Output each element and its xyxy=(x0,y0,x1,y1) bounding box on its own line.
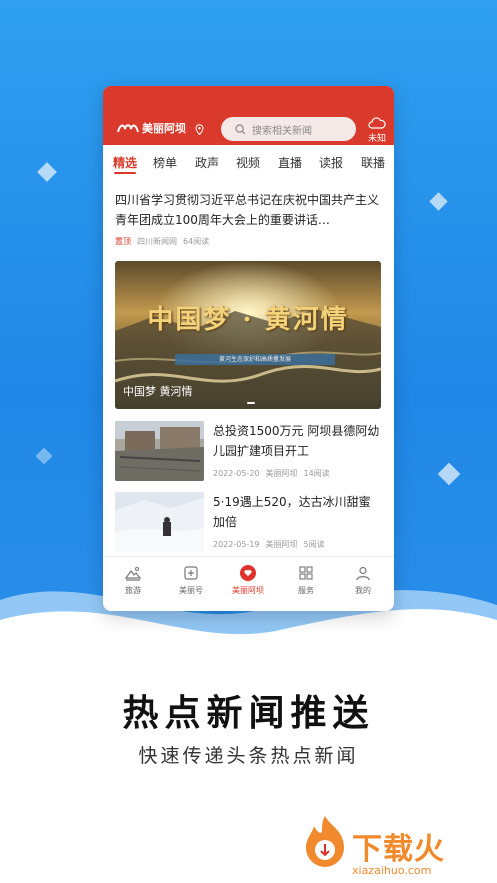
search-icon xyxy=(235,123,246,134)
grid-icon xyxy=(299,566,313,580)
nav-home-label: 美丽阿坝 xyxy=(232,586,264,595)
headline-reads: 64阅读 xyxy=(183,237,210,246)
active-tab-indicator xyxy=(114,172,136,174)
app-screenshot: 美丽阿坝 搜索相关新闻 未知 精选 榜单 政声 视频 直播 读报 联播 四川省学… xyxy=(103,86,394,611)
weather-widget[interactable]: 未知 xyxy=(364,116,390,144)
nav-profile-label: 我的 xyxy=(355,586,371,595)
app-name: 美丽阿坝 xyxy=(142,122,186,135)
decor-diamond xyxy=(35,447,53,465)
news-meta: 2022-05-19 美丽阿坝 5阅读 xyxy=(213,539,331,550)
news-thumbnail xyxy=(115,421,204,481)
search-input[interactable]: 搜索相关新闻 xyxy=(221,117,356,141)
watermark: 下载火 xiazaihuo.com xyxy=(300,812,490,878)
tab-rankings[interactable]: 榜单 xyxy=(153,154,177,171)
promo-subtitle: 快速传递头条热点新闻 xyxy=(138,745,359,767)
tab-broadcast[interactable]: 联播 xyxy=(361,154,385,171)
carousel-indicator xyxy=(247,402,255,404)
tab-newspaper[interactable]: 读报 xyxy=(319,154,343,171)
headline-meta: 置顶 四川新闻网 64阅读 xyxy=(115,236,215,247)
app-header: 美丽阿坝 搜索相关新闻 未知 xyxy=(103,86,394,145)
news-date: 2022-05-20 xyxy=(213,469,260,478)
list-item[interactable]: 5·19遇上520，达古冰川甜蜜加倍 2022-05-19 美丽阿坝 5阅读 xyxy=(115,492,383,554)
tab-live[interactable]: 直播 xyxy=(278,154,302,171)
banner-image-text: 中国梦 · 黄河情 xyxy=(147,305,349,335)
weather-label: 未知 xyxy=(367,134,386,144)
tab-politics[interactable]: 政声 xyxy=(195,154,219,171)
news-reads: 14阅读 xyxy=(303,469,330,478)
nav-travel[interactable]: 旅游 xyxy=(113,565,153,596)
headline-source: 四川新闻网 xyxy=(137,237,177,246)
news-reads: 5阅读 xyxy=(303,540,325,549)
news-source: 美丽阿坝 xyxy=(265,540,298,549)
featured-banner[interactable]: 中国梦 · 黄河情 黄河生态保护和高质量发展 中国梦 黄河情 xyxy=(115,261,381,409)
search-placeholder: 搜索相关新闻 xyxy=(252,125,312,137)
news-meta: 2022-05-20 美丽阿坝 14阅读 xyxy=(213,468,336,479)
news-title: 总投资1500万元 阿坝县德阿幼儿园扩建项目开工 xyxy=(213,424,380,458)
decor-diamond xyxy=(37,162,57,182)
nav-meili-hao-label: 美丽号 xyxy=(179,586,203,595)
location-icon[interactable] xyxy=(195,124,204,135)
news-thumbnail xyxy=(115,492,204,552)
news-source: 美丽阿坝 xyxy=(265,469,298,478)
nav-travel-label: 旅游 xyxy=(125,586,141,595)
news-title: 5·19遇上520，达古冰川甜蜜加倍 xyxy=(213,495,371,529)
nav-profile[interactable]: 我的 xyxy=(343,565,383,596)
nav-services[interactable]: 服务 xyxy=(286,565,326,596)
banner-caption: 中国梦 黄河情 xyxy=(123,385,193,398)
mountain-icon xyxy=(125,567,141,581)
user-icon xyxy=(356,566,370,581)
channel-tabs: 精选 榜单 政声 视频 直播 读报 联播 xyxy=(103,151,394,176)
pinned-tag: 置顶 xyxy=(115,237,131,246)
headline-title[interactable]: 四川省学习贯彻习近平总书记在庆祝中国共产主义青年团成立100周年大会上的重要讲话… xyxy=(115,190,383,230)
flame-logo-icon xyxy=(306,816,344,867)
watermark-domain: xiazaihuo.com xyxy=(352,864,432,877)
decor-diamond xyxy=(429,192,448,211)
tab-featured[interactable]: 精选 xyxy=(113,154,137,171)
nav-services-label: 服务 xyxy=(298,586,314,595)
watermark-brand: 下载火 xyxy=(352,832,445,867)
promo-title: 热点新闻推送 xyxy=(122,692,375,734)
add-square-icon xyxy=(184,566,198,580)
nav-home[interactable]: 美丽阿坝 xyxy=(228,565,268,596)
app-logo-icon xyxy=(117,124,139,133)
bottom-navigation: 旅游 美丽号 美丽阿坝 服务 我的 xyxy=(103,556,394,611)
news-date: 2022-05-19 xyxy=(213,540,260,549)
tab-video[interactable]: 视频 xyxy=(236,154,260,171)
banner-image-subtext: 黄河生态保护和高质量发展 xyxy=(175,354,335,365)
decor-diamond xyxy=(437,462,461,486)
cloud-icon xyxy=(368,117,386,129)
nav-meili-hao[interactable]: 美丽号 xyxy=(171,565,211,596)
list-item[interactable]: 总投资1500万元 阿坝县德阿幼儿园扩建项目开工 2022-05-20 美丽阿坝 1… xyxy=(115,421,383,483)
heart-icon xyxy=(240,565,256,581)
